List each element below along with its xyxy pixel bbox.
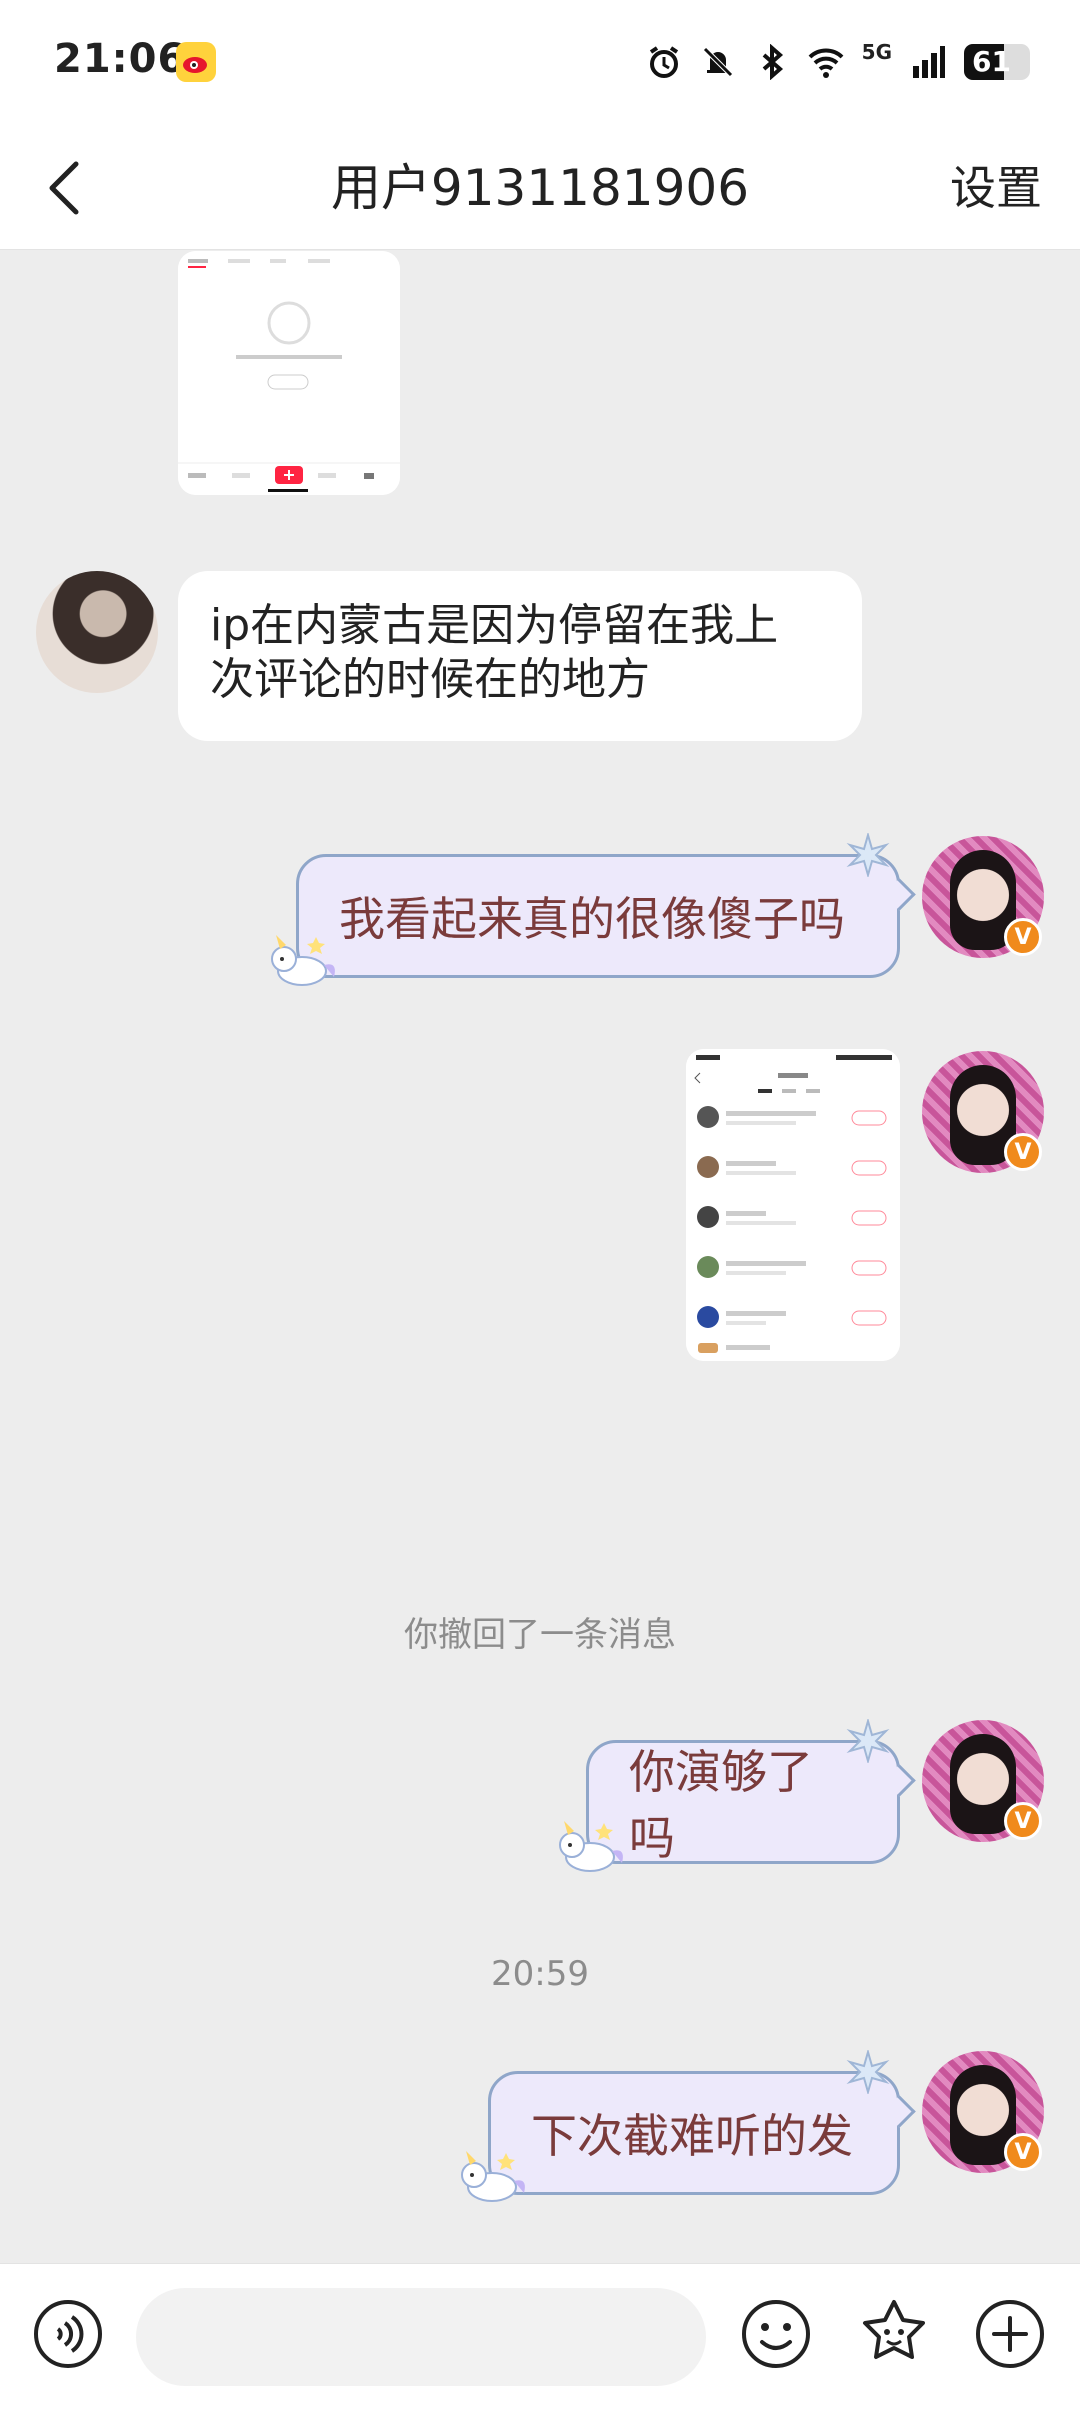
verified-badge-icon: V	[1004, 918, 1042, 956]
message-text: 你演够了吗	[629, 1745, 813, 1865]
chat-messages[interactable]: ip在内蒙古是因为停留在我上 次评论的时候在的地方 V 我看起来真的很像傻子吗 …	[0, 251, 1080, 2263]
weibo-app-icon	[176, 42, 216, 82]
unicorn-sticker-icon	[461, 2151, 525, 2202]
sparkle-star-icon	[846, 2050, 890, 2094]
status-bar: 21:06 5G 61	[0, 0, 1080, 126]
outgoing-message-bubble: 下次截难听的发	[488, 2071, 900, 2195]
network-type: 5G	[861, 40, 892, 64]
status-time: 21:06	[54, 36, 187, 82]
alarm-icon	[649, 46, 678, 78]
status-icons: 5G 61	[646, 38, 1030, 86]
outgoing-message-bubble: 我看起来真的很像傻子吗	[296, 854, 900, 978]
mute-bell-icon	[702, 47, 733, 77]
message-timestamp: 20:59	[491, 1954, 589, 1994]
sticker-icon[interactable]	[856, 2296, 932, 2372]
chat-title: 用户9131181906	[330, 159, 750, 217]
message-input-bar	[0, 2263, 1080, 2414]
unicorn-sticker-icon	[271, 935, 335, 986]
settings-button[interactable]: 设置	[950, 126, 1042, 250]
shared-screenshot-image[interactable]	[178, 251, 400, 495]
battery-level: 61	[972, 45, 1011, 78]
message-text-line: 次评论的时候在的地方	[210, 654, 650, 705]
verified-badge-icon: V	[1004, 1133, 1042, 1171]
add-attachment-icon[interactable]	[972, 2296, 1048, 2372]
unicorn-sticker-icon	[559, 1821, 623, 1872]
signal-icon	[913, 46, 945, 78]
emoji-icon[interactable]	[738, 2296, 814, 2372]
bluetooth-icon	[762, 44, 783, 80]
sparkle-star-icon	[846, 833, 890, 877]
verified-badge-icon: V	[1004, 1802, 1042, 1840]
incoming-message-bubble: ip在内蒙古是因为停留在我上 次评论的时候在的地方	[178, 571, 862, 741]
voice-input-icon[interactable]	[30, 2296, 106, 2372]
verified-badge-icon: V	[1004, 2133, 1042, 2171]
message-text: 我看起来真的很像傻子吗	[339, 892, 845, 946]
wifi-icon	[808, 48, 844, 78]
chat-header: 用户9131181906 设置	[0, 126, 1080, 250]
message-text: 下次截难听的发	[531, 2109, 853, 2163]
shared-screenshot-image[interactable]	[686, 1049, 900, 1361]
battery-icon: 61	[964, 44, 1030, 80]
message-input[interactable]	[136, 2288, 706, 2386]
message-text-line: ip在内蒙古是因为停留在我上	[210, 600, 779, 651]
recall-notice: 你撤回了一条消息	[404, 1615, 676, 1655]
contact-avatar[interactable]	[36, 571, 158, 693]
sparkle-star-icon	[846, 1719, 890, 1763]
